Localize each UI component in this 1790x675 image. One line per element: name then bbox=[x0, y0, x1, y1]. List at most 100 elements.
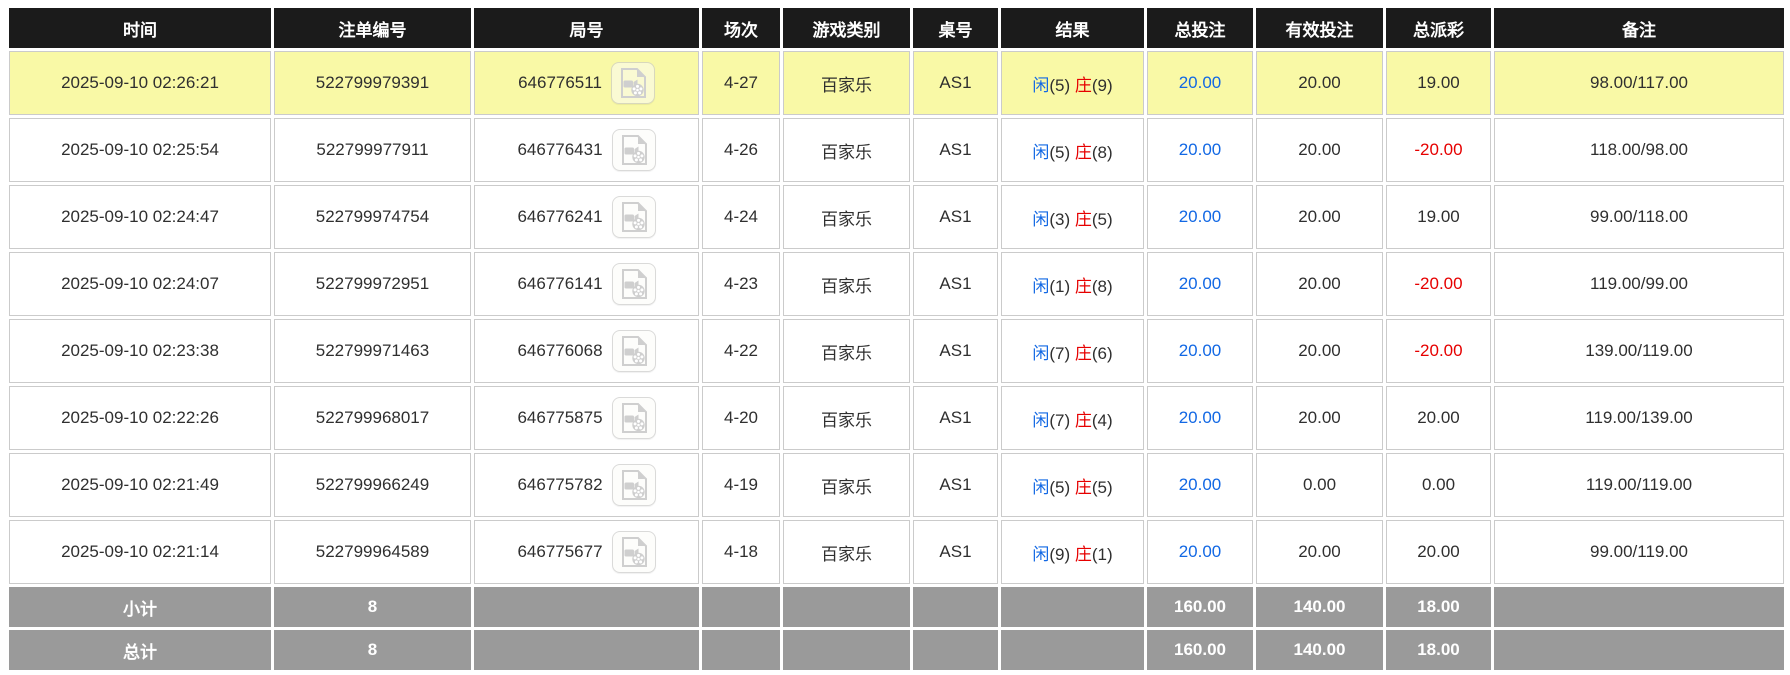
time-cell: 2025-09-10 02:26:21 bbox=[9, 51, 271, 115]
column-header-table-no: 桌号 bbox=[913, 8, 998, 48]
valid-bet-cell: 20.00 bbox=[1256, 520, 1383, 584]
player-result-label: 闲 bbox=[1032, 143, 1049, 162]
table-row: 2025-09-10 02:24:07 522799972951 6467761… bbox=[9, 252, 1784, 316]
table-row: 2025-09-10 02:21:49 522799966249 6467757… bbox=[9, 453, 1784, 517]
time-cell: 2025-09-10 02:24:47 bbox=[9, 185, 271, 249]
table-no-cell: AS1 bbox=[913, 453, 998, 517]
valid-bet-cell: 20.00 bbox=[1256, 51, 1383, 115]
game-type-cell: 百家乐 bbox=[783, 319, 910, 383]
grand-total-count: 8 bbox=[274, 630, 471, 670]
time-cell: 2025-09-10 02:21:49 bbox=[9, 453, 271, 517]
round-id-cell: 646776068 bbox=[474, 319, 699, 383]
grand-total-total-bet: 160.00 bbox=[1147, 630, 1253, 670]
game-type-cell: 百家乐 bbox=[783, 252, 910, 316]
remark-cell: 119.00/99.00 bbox=[1494, 252, 1784, 316]
video-replay-button[interactable] bbox=[612, 330, 656, 372]
column-header-payout: 总派彩 bbox=[1386, 8, 1491, 48]
banker-points: (6) bbox=[1092, 344, 1113, 363]
round-id-value: 646776511 bbox=[518, 73, 602, 93]
total-bet-cell[interactable]: 20.00 bbox=[1147, 453, 1253, 517]
video-replay-icon bbox=[618, 67, 648, 99]
banker-result-label: 庄 bbox=[1075, 210, 1092, 229]
video-replay-icon bbox=[619, 402, 649, 434]
table-no-cell: AS1 bbox=[913, 185, 998, 249]
video-replay-button[interactable] bbox=[612, 464, 656, 506]
column-header-bet-id: 注单编号 bbox=[274, 8, 471, 48]
round-id-value: 646776141 bbox=[517, 274, 602, 294]
round-id-cell: 646775677 bbox=[474, 520, 699, 584]
remark-cell: 119.00/139.00 bbox=[1494, 386, 1784, 450]
result-cell: 闲(7) 庄(6) bbox=[1001, 319, 1144, 383]
valid-bet-cell: 0.00 bbox=[1256, 453, 1383, 517]
session-cell: 4-26 bbox=[702, 118, 780, 182]
payout-cell: -20.00 bbox=[1386, 252, 1491, 316]
player-result-label: 闲 bbox=[1032, 210, 1049, 229]
column-header-game-type: 游戏类别 bbox=[783, 8, 910, 48]
player-points: (7) bbox=[1049, 344, 1070, 363]
table-body: 2025-09-10 02:26:21 522799979391 6467765… bbox=[9, 51, 1784, 584]
valid-bet-cell: 20.00 bbox=[1256, 185, 1383, 249]
column-header-result: 结果 bbox=[1001, 8, 1144, 48]
subtotal-label: 小计 bbox=[9, 587, 271, 627]
round-id-value: 646776431 bbox=[517, 140, 602, 160]
video-replay-icon bbox=[619, 268, 649, 300]
banker-result-label: 庄 bbox=[1075, 143, 1092, 162]
table-no-cell: AS1 bbox=[913, 51, 998, 115]
video-replay-icon bbox=[619, 134, 649, 166]
total-bet-cell[interactable]: 20.00 bbox=[1147, 118, 1253, 182]
payout-cell: -20.00 bbox=[1386, 118, 1491, 182]
video-replay-button[interactable] bbox=[611, 62, 655, 104]
video-replay-button[interactable] bbox=[612, 196, 656, 238]
total-bet-cell[interactable]: 20.00 bbox=[1147, 386, 1253, 450]
round-id-cell: 646776241 bbox=[474, 185, 699, 249]
bet-records-table: 时间 注单编号 局号 场次 游戏类别 桌号 结果 总投注 有效投注 总派彩 备注… bbox=[6, 5, 1787, 673]
round-id-cell: 646775782 bbox=[474, 453, 699, 517]
player-points: (5) bbox=[1049, 143, 1070, 162]
table-no-cell: AS1 bbox=[913, 252, 998, 316]
game-type-cell: 百家乐 bbox=[783, 453, 910, 517]
banker-points: (5) bbox=[1092, 210, 1113, 229]
remark-cell: 98.00/117.00 bbox=[1494, 51, 1784, 115]
video-replay-button[interactable] bbox=[612, 397, 656, 439]
remark-cell: 99.00/119.00 bbox=[1494, 520, 1784, 584]
header-row: 时间 注单编号 局号 场次 游戏类别 桌号 结果 总投注 有效投注 总派彩 备注 bbox=[9, 8, 1784, 48]
total-bet-cell[interactable]: 20.00 bbox=[1147, 520, 1253, 584]
video-replay-button[interactable] bbox=[612, 531, 656, 573]
session-cell: 4-23 bbox=[702, 252, 780, 316]
result-cell: 闲(9) 庄(1) bbox=[1001, 520, 1144, 584]
video-replay-icon bbox=[619, 536, 649, 568]
player-points: (5) bbox=[1049, 76, 1070, 95]
payout-cell: -20.00 bbox=[1386, 319, 1491, 383]
video-replay-button[interactable] bbox=[612, 263, 656, 305]
total-bet-cell[interactable]: 20.00 bbox=[1147, 319, 1253, 383]
total-bet-cell[interactable]: 20.00 bbox=[1147, 185, 1253, 249]
bet-id-cell: 522799979391 bbox=[274, 51, 471, 115]
video-replay-button[interactable] bbox=[612, 129, 656, 171]
remark-cell: 139.00/119.00 bbox=[1494, 319, 1784, 383]
player-result-label: 闲 bbox=[1032, 277, 1049, 296]
banker-result-label: 庄 bbox=[1075, 478, 1092, 497]
table-no-cell: AS1 bbox=[913, 520, 998, 584]
grand-total-payout: 18.00 bbox=[1386, 630, 1491, 670]
table-row: 2025-09-10 02:22:26 522799968017 6467758… bbox=[9, 386, 1784, 450]
payout-cell: 0.00 bbox=[1386, 453, 1491, 517]
column-header-total-bet: 总投注 bbox=[1147, 8, 1253, 48]
result-cell: 闲(5) 庄(8) bbox=[1001, 118, 1144, 182]
total-bet-cell[interactable]: 20.00 bbox=[1147, 51, 1253, 115]
column-header-remark: 备注 bbox=[1494, 8, 1784, 48]
table-no-cell: AS1 bbox=[913, 386, 998, 450]
round-id-cell: 646776141 bbox=[474, 252, 699, 316]
remark-cell: 119.00/119.00 bbox=[1494, 453, 1784, 517]
banker-result-label: 庄 bbox=[1075, 411, 1092, 430]
column-header-time: 时间 bbox=[9, 8, 271, 48]
total-bet-cell[interactable]: 20.00 bbox=[1147, 252, 1253, 316]
payout-cell: 20.00 bbox=[1386, 386, 1491, 450]
banker-points: (8) bbox=[1092, 277, 1113, 296]
game-type-cell: 百家乐 bbox=[783, 51, 910, 115]
time-cell: 2025-09-10 02:22:26 bbox=[9, 386, 271, 450]
round-id-value: 646775782 bbox=[517, 475, 602, 495]
remark-cell: 118.00/98.00 bbox=[1494, 118, 1784, 182]
valid-bet-cell: 20.00 bbox=[1256, 252, 1383, 316]
column-header-valid-bet: 有效投注 bbox=[1256, 8, 1383, 48]
table-row: 2025-09-10 02:24:47 522799974754 6467762… bbox=[9, 185, 1784, 249]
